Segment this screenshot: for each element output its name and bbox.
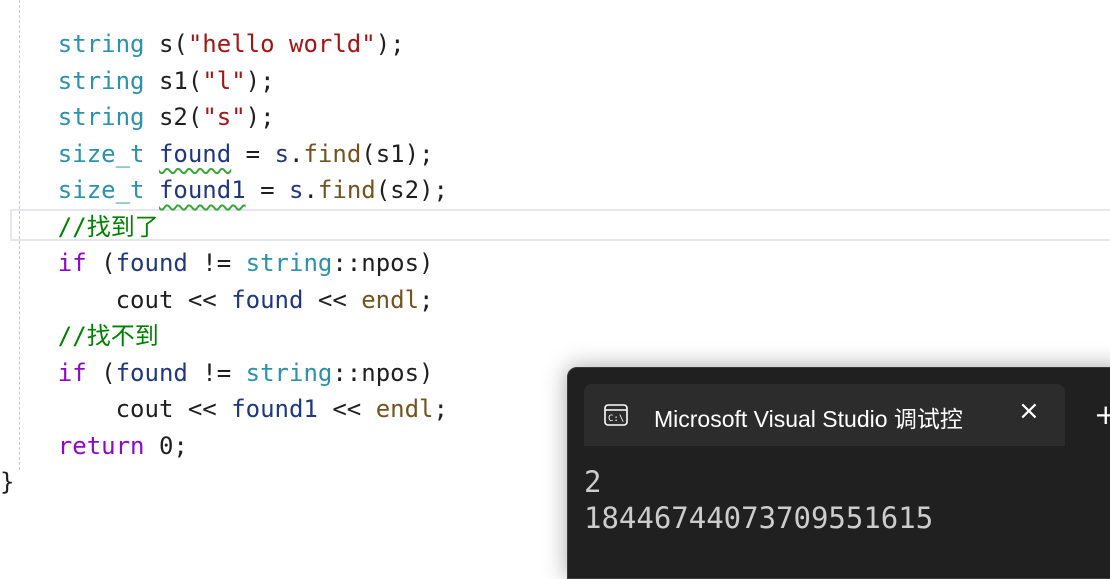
code-line-13: } — [0, 464, 448, 501]
function-name: find — [303, 139, 362, 168]
member: ::npos) — [332, 249, 434, 277]
code-text[interactable]: string s("hello world"); string s1("l");… — [0, 26, 448, 501]
variable: found — [231, 285, 304, 314]
variable: found — [115, 249, 188, 277]
variable-warning: found — [158, 139, 232, 168]
literal: 0; — [144, 431, 188, 460]
code-line-9: //找不到 — [0, 318, 448, 355]
function-name: endl — [375, 395, 434, 423]
punct: ( — [187, 66, 203, 95]
variable: found — [115, 358, 188, 387]
type-keyword: size_t — [57, 176, 145, 204]
code-line-12: return 0; — [0, 428, 448, 465]
string-literal: "hello world" — [187, 30, 376, 58]
type-keyword: string — [245, 358, 333, 387]
variable: s — [158, 30, 174, 58]
punct: ); — [375, 30, 405, 58]
punct: . — [289, 139, 304, 168]
args: (s1); — [361, 139, 434, 168]
type-keyword: size_t — [57, 139, 145, 168]
operator: << — [173, 395, 232, 423]
operator: << — [173, 285, 232, 314]
code-line-1: string s("hello world"); — [0, 26, 448, 63]
operator: << — [317, 395, 376, 423]
debug-console-window[interactable]: C:\ Microsoft Visual Studio 调试控 × + 2184… — [567, 367, 1110, 579]
operator: << — [303, 285, 362, 314]
member: ::npos) — [332, 358, 434, 387]
punct: . — [303, 176, 318, 204]
variable: s — [289, 176, 304, 204]
operator: != — [187, 249, 246, 277]
closing-brace: } — [0, 468, 15, 496]
variable: s2 — [158, 103, 188, 131]
console-tab[interactable]: C:\ Microsoft Visual Studio 调试控 × — [584, 384, 1065, 446]
console-title: Microsoft Visual Studio 调试控 — [654, 406, 963, 432]
string-literal: "s" — [202, 103, 246, 131]
punct: ; — [433, 395, 448, 423]
comment: //找到了 — [57, 212, 159, 241]
keyword: if — [57, 249, 87, 277]
type-keyword: string — [57, 30, 145, 58]
code-line-2: string s1("l"); — [0, 63, 448, 100]
operator: = — [245, 176, 290, 204]
punct: ( — [86, 249, 116, 277]
terminal-icon: C:\ — [604, 404, 628, 426]
variable: s1 — [158, 66, 188, 95]
output-line-1: 2 — [584, 465, 602, 499]
string-literal: "l" — [202, 66, 246, 95]
code-line-4: size_t found = s.find(s1); — [0, 136, 448, 173]
punct: ( — [86, 358, 116, 387]
punct: ( — [187, 103, 203, 131]
type-keyword: string — [57, 66, 145, 95]
code-line-11: cout << found1 << endl; — [0, 391, 448, 428]
code-line-8: cout << found << endl; — [0, 282, 448, 319]
punct: ); — [245, 66, 275, 95]
args: (s2); — [375, 176, 448, 204]
operator: = — [231, 139, 275, 168]
comment: //找不到 — [57, 322, 159, 350]
punct: ; — [419, 285, 434, 314]
new-tab-icon[interactable]: + — [1094, 398, 1110, 431]
keyword: return — [57, 431, 145, 460]
type-keyword: string — [57, 103, 145, 131]
code-line-10: if (found != string::npos) — [0, 355, 448, 392]
output-line-2: 18446744073709551615 — [584, 501, 934, 535]
code-line-3: string s2("s"); — [0, 99, 448, 136]
identifier: cout — [115, 395, 174, 423]
variable-warning: found1 — [158, 176, 246, 204]
variable: found1 — [231, 395, 318, 423]
punct: ( — [173, 30, 188, 58]
console-output: 2 18446744073709551615 — [584, 464, 933, 536]
function-name: find — [317, 176, 376, 204]
type-keyword: string — [245, 249, 333, 277]
variable: s — [274, 139, 290, 168]
identifier: cout — [115, 285, 174, 314]
code-line-7: if (found != string::npos) — [0, 245, 448, 282]
code-line-6: //找到了 — [0, 209, 448, 246]
operator: != — [187, 358, 246, 387]
punct: ); — [245, 103, 275, 131]
svg-text:C:\: C:\ — [608, 414, 624, 424]
code-line-5: size_t found1 = s.find(s2); — [0, 172, 448, 209]
keyword: if — [57, 358, 87, 387]
close-icon[interactable]: × — [1018, 396, 1040, 426]
function-name: endl — [361, 285, 420, 314]
